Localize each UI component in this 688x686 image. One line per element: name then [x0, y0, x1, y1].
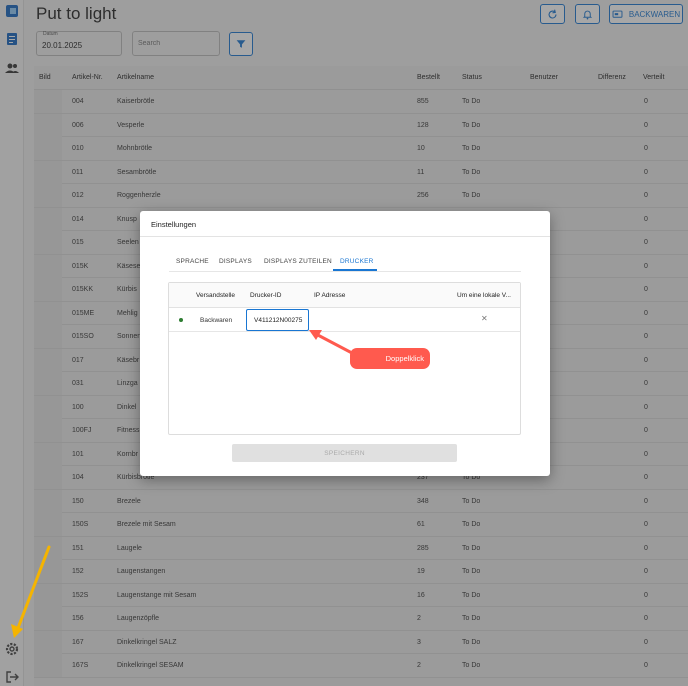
dialog-divider [140, 236, 550, 237]
status-dot [179, 318, 183, 322]
tab-sprache[interactable]: SPRACHE [176, 258, 209, 265]
tab-drucker[interactable]: DRUCKER [340, 258, 374, 265]
close-icon[interactable]: ✕ [481, 314, 488, 323]
save-button[interactable]: SPEICHERN [232, 444, 457, 462]
versandstelle-value: Backwaren [200, 317, 233, 324]
drucker-id-input[interactable]: V411212N00275 [246, 309, 309, 331]
col-lokale[interactable]: Um eine lokale V... [457, 292, 511, 299]
annotation-callout: Doppelklick [350, 348, 430, 369]
col-versandstelle[interactable]: Versandstelle [196, 292, 235, 299]
printer-grid: Versandstelle Drucker-ID IP Adresse Um e… [168, 282, 521, 435]
printer-grid-header: Versandstelle Drucker-ID IP Adresse Um e… [169, 283, 520, 308]
col-ip-adresse[interactable]: IP Adresse [314, 292, 345, 299]
tab-displays-zuteilen[interactable]: DISPLAYS ZUTEILEN [264, 258, 332, 265]
tab-displays[interactable]: DISPLAYS [219, 258, 252, 265]
col-drucker-id[interactable]: Drucker-ID [250, 292, 281, 299]
printer-row[interactable]: Backwaren V411212N00275 ✕ [169, 308, 520, 332]
dialog-title: Einstellungen [151, 220, 197, 229]
settings-dialog: Einstellungen SPRACHE DISPLAYS DISPLAYS … [140, 211, 550, 476]
tab-bar-line [169, 271, 521, 272]
active-tab-indicator [333, 269, 377, 271]
